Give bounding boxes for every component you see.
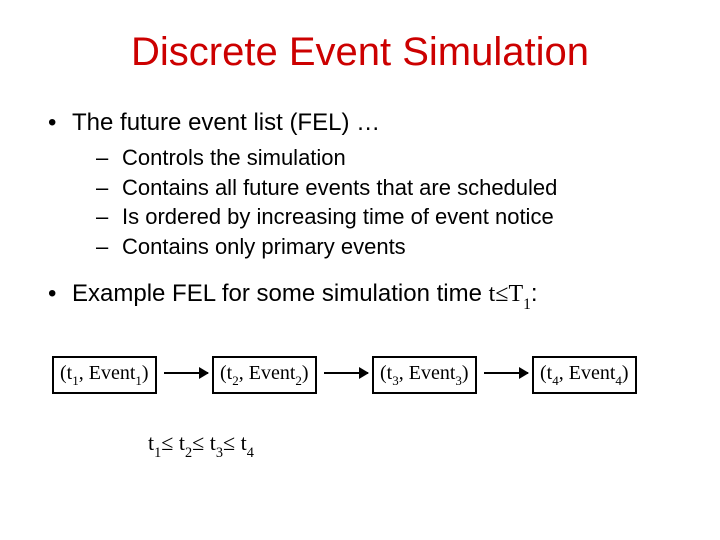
sub-bullet-text: Contains all future events that are sche… bbox=[122, 173, 557, 203]
fel-node: (t1, Event1) bbox=[52, 356, 157, 394]
ordering-constraint: t1≤ t2≤ t3≤ t4 bbox=[148, 430, 672, 460]
bullet-icon: • bbox=[48, 280, 72, 308]
slide-body: • The future event list (FEL) … – Contro… bbox=[0, 109, 720, 460]
slide-title: Discrete Event Simulation bbox=[0, 0, 720, 95]
bullet-icon: • bbox=[48, 109, 72, 137]
bullet-main: • The future event list (FEL) … bbox=[48, 109, 672, 137]
arrow-icon bbox=[484, 372, 528, 374]
fel-node: (t3, Event3) bbox=[372, 356, 477, 394]
arrow-icon bbox=[164, 372, 208, 374]
bullet-example: • Example FEL for some simulation time t… bbox=[48, 280, 672, 312]
sub-bullet-text: Is ordered by increasing time of event n… bbox=[122, 202, 554, 232]
arrow-icon bbox=[324, 372, 368, 374]
sub-bullet: – Contains only primary events bbox=[96, 232, 672, 262]
sub-bullet: – Controls the simulation bbox=[96, 143, 672, 173]
fel-node: (t2, Event2) bbox=[212, 356, 317, 394]
bullet-example-text: Example FEL for some simulation time t≤T… bbox=[72, 280, 538, 312]
bullet-main-text: The future event list (FEL) … bbox=[72, 109, 380, 137]
dash-icon: – bbox=[96, 202, 122, 232]
sub-bullet: – Contains all future events that are sc… bbox=[96, 173, 672, 203]
fel-node: (t4, Event4) bbox=[532, 356, 637, 394]
sub-bullet-text: Contains only primary events bbox=[122, 232, 406, 262]
dash-icon: – bbox=[96, 143, 122, 173]
sub-bullet-text: Controls the simulation bbox=[122, 143, 346, 173]
sub-bullet: – Is ordered by increasing time of event… bbox=[96, 202, 672, 232]
dash-icon: – bbox=[96, 232, 122, 262]
sub-bullet-list: – Controls the simulation – Contains all… bbox=[96, 143, 672, 262]
dash-icon: – bbox=[96, 173, 122, 203]
fel-diagram: (t1, Event1) (t2, Event2) (t3, Event3) (… bbox=[48, 356, 672, 426]
